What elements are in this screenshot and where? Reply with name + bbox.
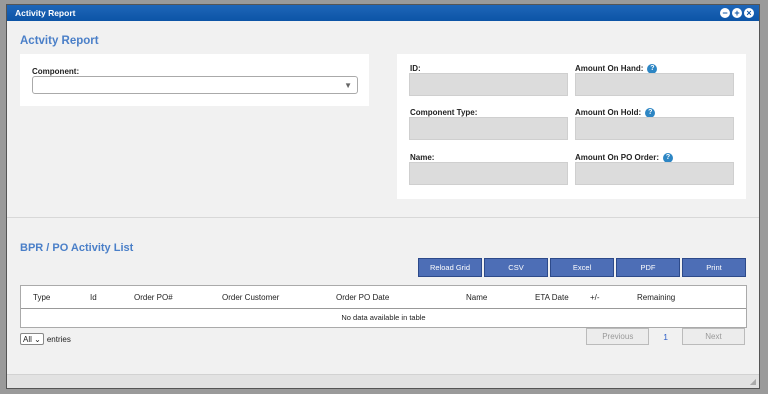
reload-grid-button[interactable]: Reload Grid [418,258,482,277]
column-header-plus-minus[interactable]: +/- [590,293,600,302]
entries-select[interactable]: All ⌄ [20,333,44,345]
table-header: Type Id Order PO# Order Customer Order P… [21,286,746,309]
close-icon[interactable]: × [744,8,754,18]
column-header-order-po-date[interactable]: Order PO Date [336,293,389,302]
id-field [409,73,568,96]
component-label: Component: [32,67,80,76]
resize-handle-icon[interactable]: ◢ [750,377,756,386]
csv-button[interactable]: CSV [484,258,548,277]
component-type-label: Component Type: [410,108,478,117]
empty-table-message: No data available in table [341,313,426,322]
column-header-type[interactable]: Type [33,293,50,302]
amount-on-po-order-field [575,162,734,185]
column-header-id[interactable]: Id [90,293,97,302]
window-footer: ◢ [7,374,759,388]
amount-on-hand-field [575,73,734,96]
activity-table: Type Id Order PO# Order Customer Order P… [20,285,747,328]
excel-button[interactable]: Excel [550,258,614,277]
column-header-name[interactable]: Name [466,293,487,302]
chevron-down-icon: ▼ [344,81,352,90]
component-select[interactable]: ▼ [32,76,358,94]
entries-select-value: All [23,335,32,344]
amount-on-hold-field [575,117,734,140]
amount-on-hold-text: Amount On Hold: [575,108,642,118]
section-divider [7,217,759,218]
minimize-icon[interactable]: − [720,8,730,18]
details-card: ID: Amount On Hand:? Component Type: Amo… [397,54,746,199]
component-type-field [409,117,568,140]
name-field [409,162,568,185]
activity-report-window: Activity Report − + × Actvity Report Com… [6,4,760,389]
column-header-order-customer[interactable]: Order Customer [222,293,279,302]
export-toolbar: Reload Grid CSV Excel PDF Print [418,258,746,277]
next-button[interactable]: Next [682,328,745,345]
column-header-order-po[interactable]: Order PO# [134,293,173,302]
activity-list-title: BPR / PO Activity List [20,242,134,254]
pdf-button[interactable]: PDF [616,258,680,277]
amount-on-po-order-text: Amount On PO Order: [575,153,659,163]
name-label: Name: [410,153,435,162]
amount-on-hand-text: Amount On Hand: [575,64,644,74]
add-icon[interactable]: + [732,8,742,18]
column-header-eta-date[interactable]: ETA Date [535,293,569,302]
page-title: Actvity Report [20,35,99,47]
window-controls: − + × [720,8,754,18]
column-header-remaining[interactable]: Remaining [637,293,675,302]
entries-label: entries [46,334,71,344]
window-titlebar: Activity Report − + × [7,5,759,21]
previous-button[interactable]: Previous [586,328,650,345]
id-label: ID: [410,64,421,73]
pagination: Previous 1 Next [586,328,745,345]
component-card: Component: ▼ [20,54,369,106]
window-title: Activity Report [15,8,76,18]
print-button[interactable]: Print [682,258,746,277]
page-number[interactable]: 1 [663,332,668,342]
entries-control: All ⌄ entries [20,333,71,345]
